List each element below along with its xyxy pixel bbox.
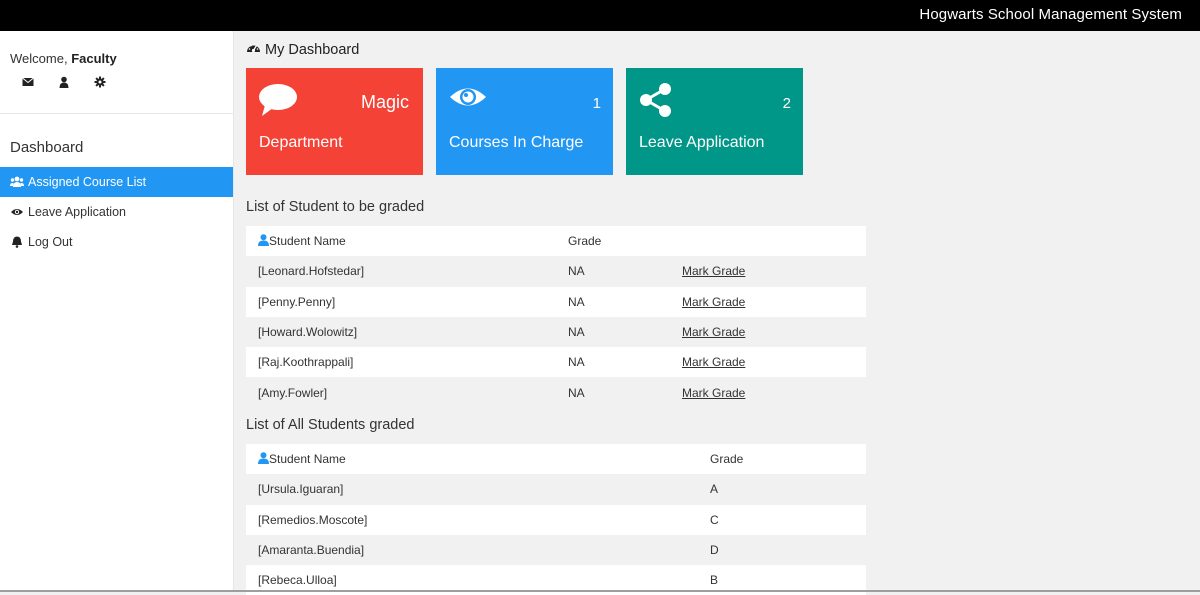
card-value: Magic (360, 92, 409, 112)
graded-table: Student Name Grade [Ursula.Iguaran] A [R… (246, 444, 866, 595)
cell-student-name: [Raj.Koothrappali] (246, 347, 556, 378)
sidebar-item-label: Assigned Course List (28, 175, 147, 189)
quick-actions (22, 75, 106, 88)
cell-student-name: [Remedios.Moscote] (246, 504, 698, 535)
sidebar-section-title: Dashboard (10, 139, 84, 156)
card-department[interactable]: Magic Department (246, 68, 423, 175)
user-icon (258, 234, 269, 247)
cell-action: Mark Grade (670, 347, 866, 378)
card-label: Courses In Charge (449, 134, 584, 151)
mark-grade-link[interactable]: Mark Grade (682, 386, 745, 400)
cell-student-name: [Leonard.Hofstedar] (246, 256, 556, 287)
table-row: [Ursula.Iguaran] A (246, 474, 866, 505)
table-row: [Amy.Fowler] NA Mark Grade (246, 377, 866, 408)
cell-student-name: [Howard.Wolowitz] (246, 316, 556, 348)
cell-action: Mark Grade (670, 256, 866, 287)
comment-icon (258, 82, 298, 123)
table-row: [Remedios.Moscote] C (246, 504, 866, 535)
bell-icon (10, 236, 24, 248)
cell-grade: NA (556, 316, 670, 348)
mark-grade-link[interactable]: Mark Grade (682, 295, 745, 309)
user-icon[interactable] (58, 75, 70, 88)
eye-icon (448, 82, 488, 117)
eye-icon (10, 206, 24, 218)
user-icon (258, 452, 269, 465)
user-name: Faculty (71, 51, 117, 66)
column-header-grade: Grade (698, 444, 866, 475)
column-header-student-name: Student Name (246, 226, 556, 257)
column-header-student-name: Student Name (246, 444, 698, 475)
share-icon (638, 82, 674, 123)
card-label: Department (259, 134, 343, 151)
table-row: [Howard.Wolowitz] NA Mark Grade (246, 316, 866, 348)
cell-grade: A (698, 474, 866, 505)
table-row: [Penny.Penny] NA Mark Grade (246, 286, 866, 317)
card-leave-application[interactable]: 2 Leave Application (626, 68, 803, 175)
card-value: 2 (782, 95, 791, 112)
card-courses-in-charge[interactable]: 1 Courses In Charge (436, 68, 613, 175)
welcome-text: Welcome, Faculty (10, 51, 117, 66)
cell-action: Mark Grade (670, 316, 866, 348)
column-header-action (670, 226, 866, 257)
cell-grade: NA (556, 256, 670, 287)
card-value: 1 (592, 95, 601, 112)
mark-grade-link[interactable]: Mark Grade (682, 325, 745, 339)
column-header-grade: Grade (556, 226, 670, 257)
sidebar-item-assigned-course-list[interactable]: Assigned Course List (0, 167, 233, 197)
mark-grade-link[interactable]: Mark Grade (682, 355, 745, 369)
cell-student-name: [Ursula.Iguaran] (246, 474, 698, 505)
cell-student-name: [Amy.Fowler] (246, 377, 556, 408)
welcome-prefix: Welcome, (10, 51, 68, 66)
card-label: Leave Application (639, 134, 765, 151)
cell-action: Mark Grade (670, 286, 866, 317)
mark-grade-link[interactable]: Mark Grade (682, 264, 745, 278)
app-title[interactable]: Hogwarts School Management System (919, 6, 1182, 23)
header-label: Student Name (269, 452, 346, 467)
top-navbar: Hogwarts School Management System (0, 0, 1200, 31)
sidebar-divider (0, 113, 233, 114)
cell-student-name: [Penny.Penny] (246, 286, 556, 317)
cell-grade: D (698, 534, 866, 566)
table-row: [Amaranta.Buendia] D (246, 534, 866, 566)
cell-grade: C (698, 504, 866, 535)
cell-grade: NA (556, 347, 670, 378)
dashboard-icon (246, 41, 261, 58)
table-header-row: Student Name Grade (246, 444, 866, 475)
graded-title: List of All Students graded (246, 417, 415, 433)
envelope-icon[interactable] (22, 75, 34, 87)
header-label: Student Name (269, 234, 346, 249)
sidebar-item-leave-application[interactable]: Leave Application (0, 197, 233, 227)
cell-grade: NA (556, 286, 670, 317)
sidebar: Welcome, Faculty Dashboard Assigned Cour… (0, 31, 234, 592)
main-content: My Dashboard Magic Department 1 Courses … (246, 31, 1186, 595)
gear-icon[interactable] (94, 75, 106, 88)
page-title: My Dashboard (246, 41, 359, 58)
users-icon (10, 176, 24, 188)
table-row: [Leonard.Hofstedar] NA Mark Grade (246, 256, 866, 287)
page-title-text: My Dashboard (265, 41, 360, 58)
cell-action: Mark Grade (670, 377, 866, 408)
sidebar-nav: Assigned Course List Leave Application L… (0, 167, 233, 257)
stat-cards: Magic Department 1 Courses In Charge 2 L… (246, 68, 803, 175)
cell-student-name: [Amaranta.Buendia] (246, 534, 698, 566)
to-grade-table: Student Name Grade [Leonard.Hofstedar] N… (246, 226, 866, 408)
to-grade-title: List of Student to be graded (246, 199, 425, 215)
sidebar-item-label: Leave Application (28, 205, 126, 219)
table-row: [Raj.Koothrappali] NA Mark Grade (246, 347, 866, 378)
sidebar-item-log-out[interactable]: Log Out (0, 227, 233, 257)
table-header-row: Student Name Grade (246, 226, 866, 257)
sidebar-item-label: Log Out (28, 235, 73, 249)
cell-grade: NA (556, 377, 670, 408)
